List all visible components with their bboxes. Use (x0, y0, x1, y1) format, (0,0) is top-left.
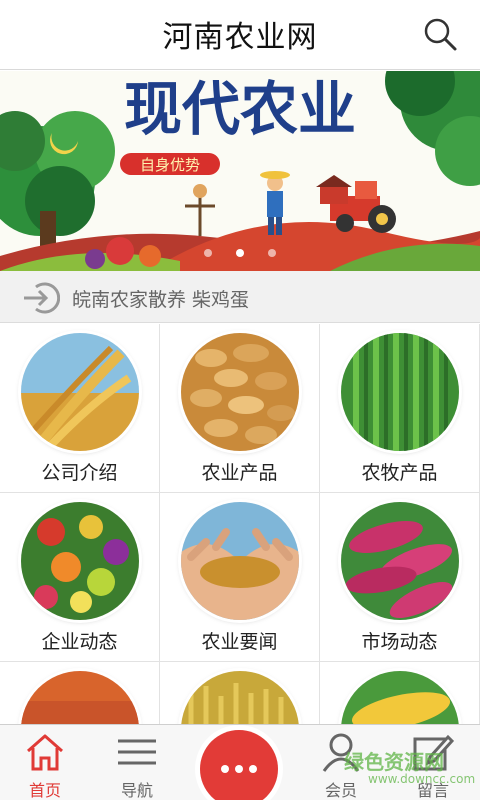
grid-item-label: 农牧产品 (361, 462, 438, 484)
banner-headline: 现代农业 (124, 75, 356, 143)
more-dots-icon (221, 765, 229, 773)
grid-item-company-intro[interactable]: 公司介绍 (0, 324, 160, 493)
arrow-into-circle-icon (24, 282, 60, 314)
corn-image (341, 671, 459, 724)
green-plant-image (341, 333, 459, 451)
more-button[interactable] (200, 730, 278, 800)
page-title: 河南农业网 (162, 20, 318, 55)
grid-item-8[interactable] (160, 662, 320, 724)
more-dot (249, 765, 257, 773)
nav-navigation[interactable]: 导航 (92, 725, 182, 800)
banner-carousel[interactable]: 现代农业 自身优势 (0, 71, 480, 271)
grid-item-label: 市场动态 (361, 631, 438, 653)
home-icon (27, 734, 63, 771)
nav-home[interactable]: 首页 (0, 725, 90, 800)
ticker-text: 皖南农家散养 柴鸡蛋 (72, 289, 250, 311)
carousel-dot[interactable] (268, 249, 276, 257)
nav-label: 导航 (120, 781, 153, 800)
grid-item-agri-news[interactable]: 农业要闻 (160, 493, 320, 662)
news-ticker[interactable]: 皖南农家散养 柴鸡蛋 (0, 271, 480, 323)
nav-label: 首页 (28, 781, 61, 800)
peanuts-image (181, 333, 299, 451)
user-icon (322, 733, 360, 772)
grid-item-market-news[interactable]: 市场动态 (320, 493, 480, 662)
grid-item-label: 公司介绍 (41, 462, 118, 484)
search-icon[interactable] (422, 16, 458, 52)
banner-image: 现代农业 自身优势 (0, 71, 480, 271)
nav-message[interactable]: 留言 (388, 725, 478, 800)
grid-item-label: 企业动态 (41, 631, 118, 653)
carousel-dot[interactable] (204, 249, 212, 257)
category-grid: 公司介绍 农业产品 农牧产品 企业动态 农业要闻 市场动态 (0, 324, 480, 724)
edit-icon (413, 734, 454, 771)
grid-item-label: 农业产品 (201, 462, 278, 484)
wheat-image (21, 333, 139, 451)
nav-label: 会员 (324, 781, 357, 800)
grid-item-livestock-products[interactable]: 农牧产品 (320, 324, 480, 493)
grid-item-agri-products[interactable]: 农业产品 (160, 324, 320, 493)
app-header: 河南农业网 (0, 0, 480, 70)
grid-item-7[interactable] (0, 662, 160, 724)
nav-member[interactable]: 会员 (296, 725, 386, 800)
carousel-indicators (0, 242, 480, 261)
menu-icon (118, 739, 156, 765)
more-dot (235, 765, 243, 773)
grid-item-company-news[interactable]: 企业动态 (0, 493, 160, 662)
grid-item-label: 农业要闻 (201, 631, 278, 653)
sweet-potato-image (341, 502, 459, 620)
banner-subheading: 自身优势 (140, 156, 200, 174)
nav-label: 留言 (416, 781, 449, 800)
grain-in-hands-image (181, 502, 299, 620)
rice-field-image (181, 671, 299, 724)
red-grain-image (21, 671, 139, 724)
fruit-image (21, 502, 139, 620)
carousel-dot[interactable] (236, 249, 244, 257)
grid-item-9[interactable] (320, 662, 480, 724)
